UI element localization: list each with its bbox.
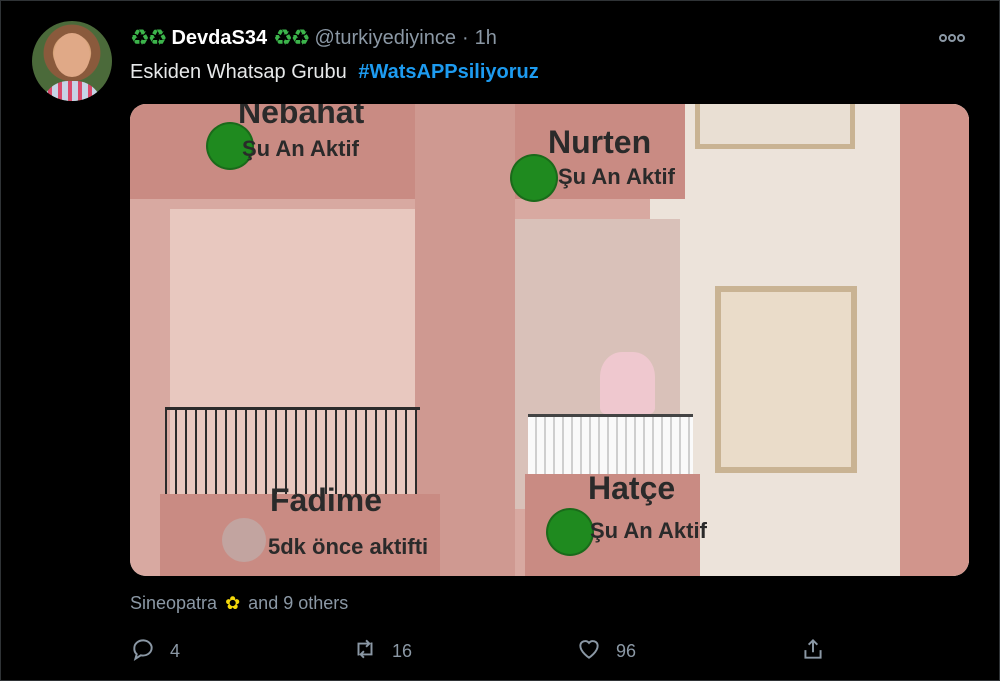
far-right-balconies [900,104,969,576]
user-handle[interactable]: @turkiyediyince [315,27,456,50]
avatar-face [54,33,90,77]
inactive-status-dot [222,518,266,562]
tweet-text: Eskiden Whatsap Grubu #WatsAPPsiliyoruz [130,61,539,84]
avatar[interactable] [32,21,112,101]
hashtag-link[interactable]: #WatsAPPsiliyoruz [358,61,538,83]
liker-name[interactable]: Sineopatra [130,593,217,614]
active-status-dot [548,510,592,554]
label-name: Nebahat [238,104,365,130]
label-name: Nurten [548,124,652,160]
woman-on-balcony [600,352,655,414]
recycle-icon: ♻♻ [130,25,167,50]
social-context[interactable]: Sineopatra ✿ and 9 others [130,593,348,614]
more-horizontal-icon[interactable] [938,26,966,49]
like-count: 96 [616,641,637,661]
reply-button[interactable]: 4 [130,636,180,667]
flower-icon: ✿ [225,593,241,613]
retweet-icon [352,636,378,667]
retweet-count: 16 [392,641,413,661]
label-status: 5dk önce aktifti [268,534,429,559]
right-window [715,286,857,473]
tweet-image[interactable]: Nebahat Şu An Aktif Nurten Şu An Aktif F… [130,104,969,576]
heart-icon [576,636,602,667]
share-icon [800,636,826,667]
separator-dot: · [462,26,469,49]
timestamp[interactable]: 1h [475,27,497,50]
display-name[interactable]: DevdaS34 [171,27,267,50]
recycle-icon: ♻♻ [273,25,310,50]
label-name: Hatçe [588,470,676,506]
label-name: Fadime [270,482,383,518]
share-button[interactable] [800,636,826,667]
middle-railing [528,414,693,477]
action-bar: 4 16 96 [130,636,830,666]
label-status: Şu An Aktif [590,518,707,543]
reply-count: 4 [170,641,181,661]
top-window [695,104,855,149]
avatar-shirt [42,81,102,101]
label-status: Şu An Aktif [558,164,675,189]
label-status: Şu An Aktif [242,136,359,161]
reply-icon [130,636,156,667]
others-text[interactable]: and 9 others [248,593,348,614]
retweet-button[interactable]: 16 [352,636,412,667]
active-status-dot [512,156,556,200]
tweet-header: ♻♻ DevdaS34 ♻♻ @turkiyediyince · 1h [130,24,497,52]
tweet-body: Eskiden Whatsap Grubu [130,61,347,83]
like-button[interactable]: 96 [576,636,636,667]
